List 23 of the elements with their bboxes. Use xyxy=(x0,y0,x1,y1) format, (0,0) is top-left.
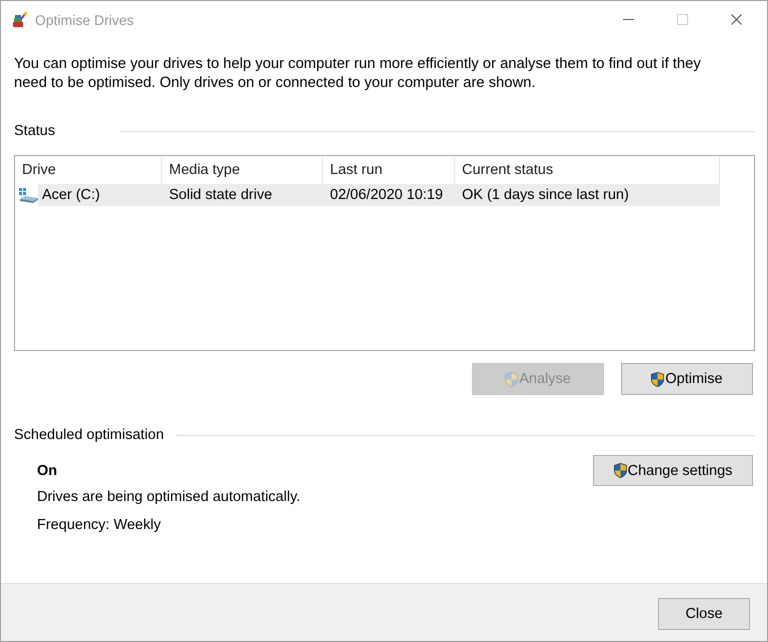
schedule-message: Drives are being optimised automatically. xyxy=(37,488,300,507)
table-cell-text: Acer (C:) xyxy=(41,186,101,205)
close-button[interactable]: Close xyxy=(658,598,750,630)
drive-icon xyxy=(19,188,38,202)
section-heading: Status xyxy=(14,122,56,141)
shield-icon xyxy=(614,463,627,478)
shield-icon xyxy=(505,372,518,386)
stacked-blocks-icon xyxy=(12,12,28,28)
frequency-label: Frequency: Weekly xyxy=(37,516,161,535)
shield-icon xyxy=(651,372,664,386)
section-heading: Scheduled optimisation xyxy=(14,426,165,445)
description-text: You can optimise your drives to help your computer run more efficiently or analyse them to find out if they need to be optimised. Only drives on or connected to your computer are shown. xyxy=(14,55,702,93)
table-row[interactable]: Acer (C:) Solid state drive 02/06/2020 10:19 OK (1 days since last run) xyxy=(38,184,720,206)
maximize-icon xyxy=(676,14,688,25)
minimize-icon xyxy=(622,19,634,20)
change-settings-button[interactable]: Change settings xyxy=(593,455,753,486)
optimise-button[interactable]: Optimise xyxy=(621,363,753,395)
table-cell-text: 02/06/2020 10:19 xyxy=(329,186,444,205)
table-cell-text: OK (1 days since last run) xyxy=(461,186,630,205)
schedule-state: On xyxy=(37,462,58,481)
table-cell-text: Solid state drive xyxy=(168,186,274,205)
window-title: Optimise Drives xyxy=(35,12,134,28)
close-icon xyxy=(730,14,742,25)
